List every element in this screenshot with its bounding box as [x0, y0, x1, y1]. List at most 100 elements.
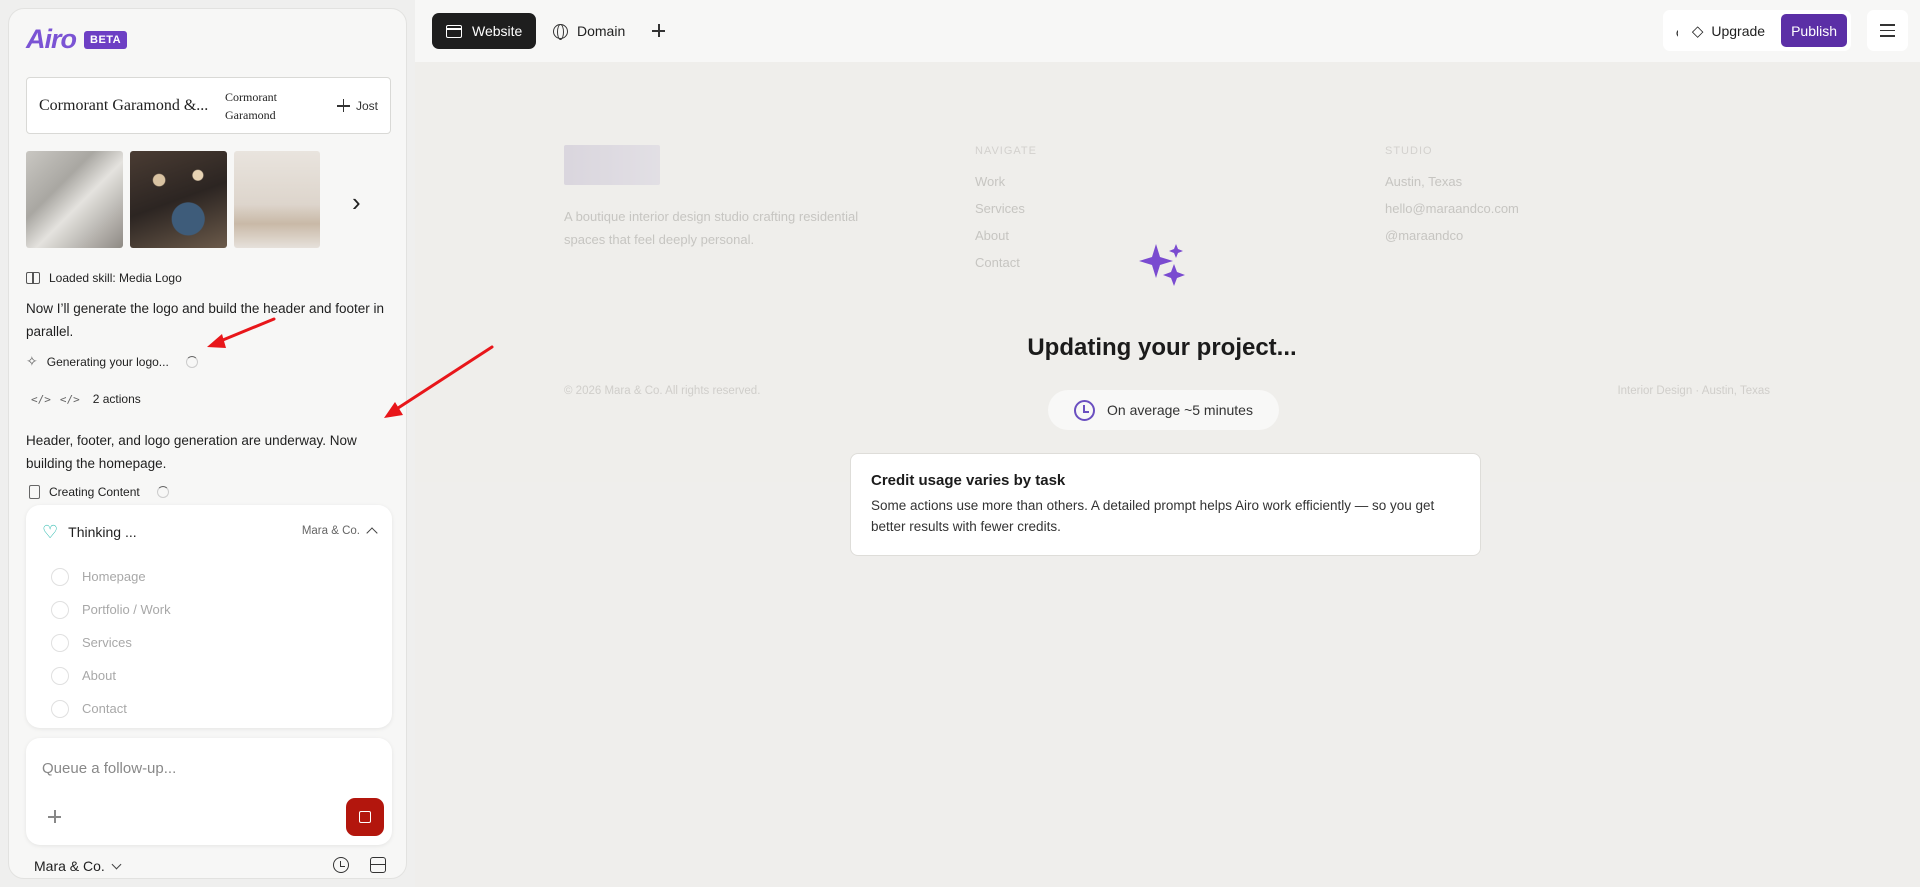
upgrade-button[interactable]: Upgrade [1711, 23, 1765, 39]
page-checklist-item: Homepage [51, 560, 171, 593]
page-name: About [82, 668, 116, 683]
page-checklist-item: Contact [51, 692, 171, 725]
updating-title: Updating your project... [1027, 334, 1297, 361]
chevron-down-icon [111, 859, 122, 869]
tab-website[interactable]: Website [432, 13, 537, 49]
top-bar: Website Domain ◇ Upgrade Publish [415, 0, 1920, 62]
page-name: Services [82, 635, 132, 650]
navigate-column: NAVIGATE Work Services About Contact [975, 145, 1037, 282]
upgrade-publish-group: ◇ Upgrade Publish [1677, 10, 1851, 51]
navigate-link: Services [975, 201, 1025, 216]
chevron-right-icon[interactable]: › [352, 189, 361, 215]
spinner-icon [185, 355, 198, 368]
clock-icon [1074, 399, 1096, 421]
chevron-up-icon [366, 527, 378, 539]
thinking-panel: ♡ Thinking ... Mara & Co. Homepage Portf… [26, 505, 392, 728]
book-icon [26, 272, 40, 284]
footer-actions [333, 857, 386, 873]
average-time-text: On average ~5 minutes [1107, 402, 1253, 418]
code-icon: </> [59, 392, 80, 406]
font-pairing-card[interactable]: Cormorant Garamond &... Cormorant Garamo… [26, 77, 391, 134]
history-icon[interactable] [333, 857, 349, 873]
status-text: Creating Content [49, 485, 140, 499]
menu-icon [1880, 24, 1895, 26]
studio-heading: STUDIO [1385, 145, 1433, 157]
page-checklist-item: Services [51, 626, 171, 659]
project-switcher[interactable]: Mara & Co. [34, 858, 122, 874]
actions-row[interactable]: </> </> 2 actions [31, 392, 141, 406]
average-time-pill: On average ~5 minutes [1048, 390, 1279, 430]
stop-icon [359, 811, 371, 823]
status-creating-content: Creating Content [29, 485, 169, 499]
add-font-label: Jost [355, 98, 378, 113]
menu-button[interactable] [1867, 10, 1908, 51]
page-name: Contact [82, 701, 127, 716]
spinner-icon [156, 486, 169, 498]
page-name: Portfolio / Work [82, 602, 171, 617]
globe-icon [553, 23, 568, 40]
project-name: Mara & Co. [34, 858, 105, 874]
pending-circle-icon [51, 633, 69, 652]
composer [26, 738, 392, 845]
page-name: Homepage [82, 569, 146, 584]
browser-icon [446, 24, 462, 38]
site-about-text: A boutique interior design studio crafti… [564, 209, 859, 247]
skill-loaded-row: Loaded skill: Media Logo [26, 271, 182, 285]
pending-circle-icon [51, 567, 69, 586]
image-thumbnail[interactable] [130, 151, 227, 248]
plus-icon [336, 99, 350, 112]
diamond-icon: ◇ [1691, 22, 1704, 40]
publish-button[interactable]: Publish [1781, 14, 1847, 47]
credit-usage-title: Credit usage varies by task [871, 472, 1066, 489]
navigate-link: About [975, 228, 1009, 243]
inbox-icon[interactable] [370, 857, 386, 873]
follow-up-input[interactable] [42, 760, 362, 777]
studio-column: STUDIO Austin, Texas hello@maraandco.com… [1385, 145, 1519, 255]
assistant-message: Header, footer, and logo generation are … [26, 433, 357, 471]
font-secondary-label: Cormorant Garamond [225, 89, 277, 122]
heart-icon: ♡ [42, 522, 59, 542]
thinking-collapse-toggle[interactable]: Mara & Co. [301, 525, 378, 539]
status-generating-logo: ✧ Generating your logo... [26, 353, 198, 370]
studio-info: @maraandco [1385, 228, 1464, 243]
credit-usage-card: Credit usage varies by task Some actions… [850, 453, 1481, 556]
plus-icon [48, 810, 61, 823]
plus-icon [652, 24, 665, 37]
add-tab-button[interactable] [652, 24, 665, 42]
document-icon [29, 485, 40, 499]
beta-badge: BETA [84, 30, 128, 49]
site-logo-placeholder [564, 145, 660, 185]
pending-circle-icon [51, 666, 69, 685]
thinking-project-name: Mara & Co. [301, 525, 360, 537]
studio-info: Austin, Texas [1385, 174, 1463, 189]
credit-usage-body: Some actions use more than others. A det… [871, 498, 1435, 534]
navigate-link: Work [975, 174, 1006, 189]
tab-domain-label: Domain [577, 23, 626, 39]
image-thumbnail[interactable] [26, 151, 123, 248]
copyright-text: © 2026 Mara & Co. All rights reserved. [564, 385, 761, 397]
pending-circle-icon [51, 600, 69, 619]
site-preview-canvas: A boutique interior design studio crafti… [415, 62, 1920, 887]
tab-domain[interactable]: Domain [543, 13, 635, 49]
skill-loaded-text: Loaded skill: Media Logo [49, 271, 182, 285]
sparkle-icon [1139, 244, 1185, 286]
tab-website-label: Website [472, 23, 523, 39]
brand-logo[interactable]: Airo [26, 24, 77, 55]
studio-info: hello@maraandco.com [1385, 201, 1519, 216]
stop-generation-button[interactable] [346, 798, 384, 836]
brand: Airo BETA [26, 24, 128, 55]
actions-count: 2 actions [92, 392, 141, 406]
page-checklist-item: Portfolio / Work [51, 593, 171, 626]
assistant-message: Now I’ll generate the logo and build the… [26, 301, 385, 339]
sparkle-icon: ✧ [26, 353, 38, 369]
navigate-heading: NAVIGATE [975, 145, 1037, 157]
image-thumbnail[interactable] [234, 151, 320, 248]
thinking-header: ♡ Thinking ... [42, 523, 137, 541]
footer-tagline: Interior Design · Austin, Texas [1617, 385, 1770, 397]
add-font-button[interactable]: Jost [336, 98, 378, 113]
thinking-label: Thinking ... [68, 524, 137, 540]
chat-sidebar: Airo BETA Cormorant Garamond &... Cormor… [8, 8, 407, 879]
attach-button[interactable] [48, 810, 61, 828]
image-carousel [26, 151, 320, 248]
pending-circle-icon [51, 699, 69, 718]
